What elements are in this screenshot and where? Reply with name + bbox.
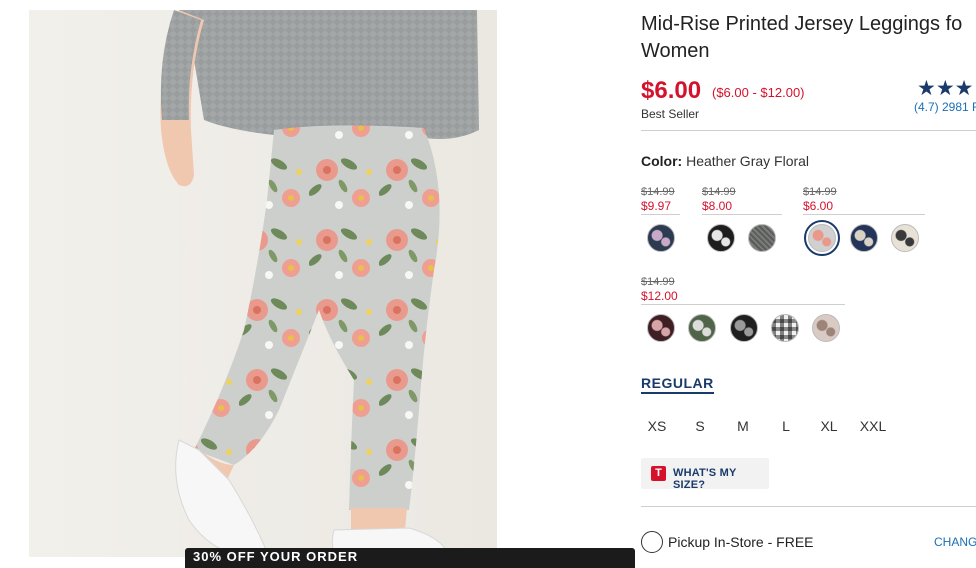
price-group-3: $14.99 $6.00	[803, 186, 837, 213]
current-price: $6.00	[641, 77, 702, 104]
swatch-leopard[interactable]	[812, 314, 840, 342]
product-title-line-2: Women	[641, 40, 710, 62]
original-price: $14.99	[702, 186, 736, 198]
size-tool-logo-icon: T	[651, 466, 666, 481]
product-image[interactable]	[29, 10, 497, 557]
swatch-gingham[interactable]	[771, 314, 799, 342]
pickup-label: Pickup In-Store - FREE	[668, 534, 814, 550]
color-value: Heather Gray Floral	[686, 153, 810, 169]
original-price: $14.99	[641, 276, 675, 288]
price-range: ($6.00 - $12.00)	[712, 85, 805, 100]
change-store-link[interactable]: CHANGE	[934, 535, 976, 549]
review-count-link[interactable]: (4.7) 2981 R	[914, 100, 976, 114]
rating-stars-icon[interactable]: ★★★	[917, 76, 973, 101]
swatch-black-floral[interactable]	[707, 224, 735, 252]
swatch-charcoal-texture[interactable]	[748, 224, 776, 252]
divider	[641, 506, 976, 507]
size-button-xs[interactable]: XS	[639, 418, 675, 434]
color-label: Color:	[641, 153, 683, 169]
product-title-line-1: Mid-Rise Printed Jersey Leggings fo	[641, 13, 963, 35]
fit-tab-regular[interactable]: REGULAR	[641, 375, 714, 394]
group-divider	[641, 304, 845, 305]
original-price: $14.99	[803, 186, 837, 198]
swatch-navy-leaf[interactable]	[647, 224, 675, 252]
swatch-olive-floral[interactable]	[688, 314, 716, 342]
original-price: $14.99	[641, 186, 675, 198]
sale-price: $12.00	[641, 289, 678, 303]
price-group-2: $14.99 $8.00	[702, 186, 736, 213]
whats-my-size-label: WHAT'S MY SIZE?	[673, 467, 737, 491]
color-selection-label: Color: Heather Gray Floral	[641, 153, 809, 169]
price-group-4: $14.99 $12.00	[641, 276, 678, 303]
pickup-radio[interactable]	[641, 531, 663, 553]
divider	[641, 130, 976, 131]
swatch-cream-floral[interactable]	[891, 224, 919, 252]
leggings-photo	[29, 10, 497, 557]
group-divider	[803, 214, 925, 215]
product-title: Mid-Rise Printed Jersey Leggings fo Wome…	[641, 11, 962, 65]
swatch-navy-floral[interactable]	[850, 224, 878, 252]
sale-price: $6.00	[803, 199, 834, 213]
group-divider	[702, 214, 782, 215]
sale-price: $8.00	[702, 199, 733, 213]
swatch-heather-gray-floral[interactable]	[808, 224, 836, 252]
promo-banner[interactable]: 30% OFF YOUR ORDER	[185, 548, 635, 568]
swatch-burgundy-floral[interactable]	[647, 314, 675, 342]
price-group-1: $14.99 $9.97	[641, 186, 675, 213]
size-button-l[interactable]: L	[768, 418, 804, 434]
size-button-xl[interactable]: XL	[811, 418, 847, 434]
size-button-xxl[interactable]: XXL	[855, 418, 891, 434]
size-button-m[interactable]: M	[725, 418, 761, 434]
size-button-s[interactable]: S	[682, 418, 718, 434]
best-seller-label: Best Seller	[641, 107, 700, 121]
swatch-black-print[interactable]	[730, 314, 758, 342]
whats-my-size-button[interactable]: T WHAT'S MY SIZE?	[641, 458, 769, 491]
sale-price: $9.97	[641, 199, 672, 213]
group-divider	[641, 214, 680, 215]
